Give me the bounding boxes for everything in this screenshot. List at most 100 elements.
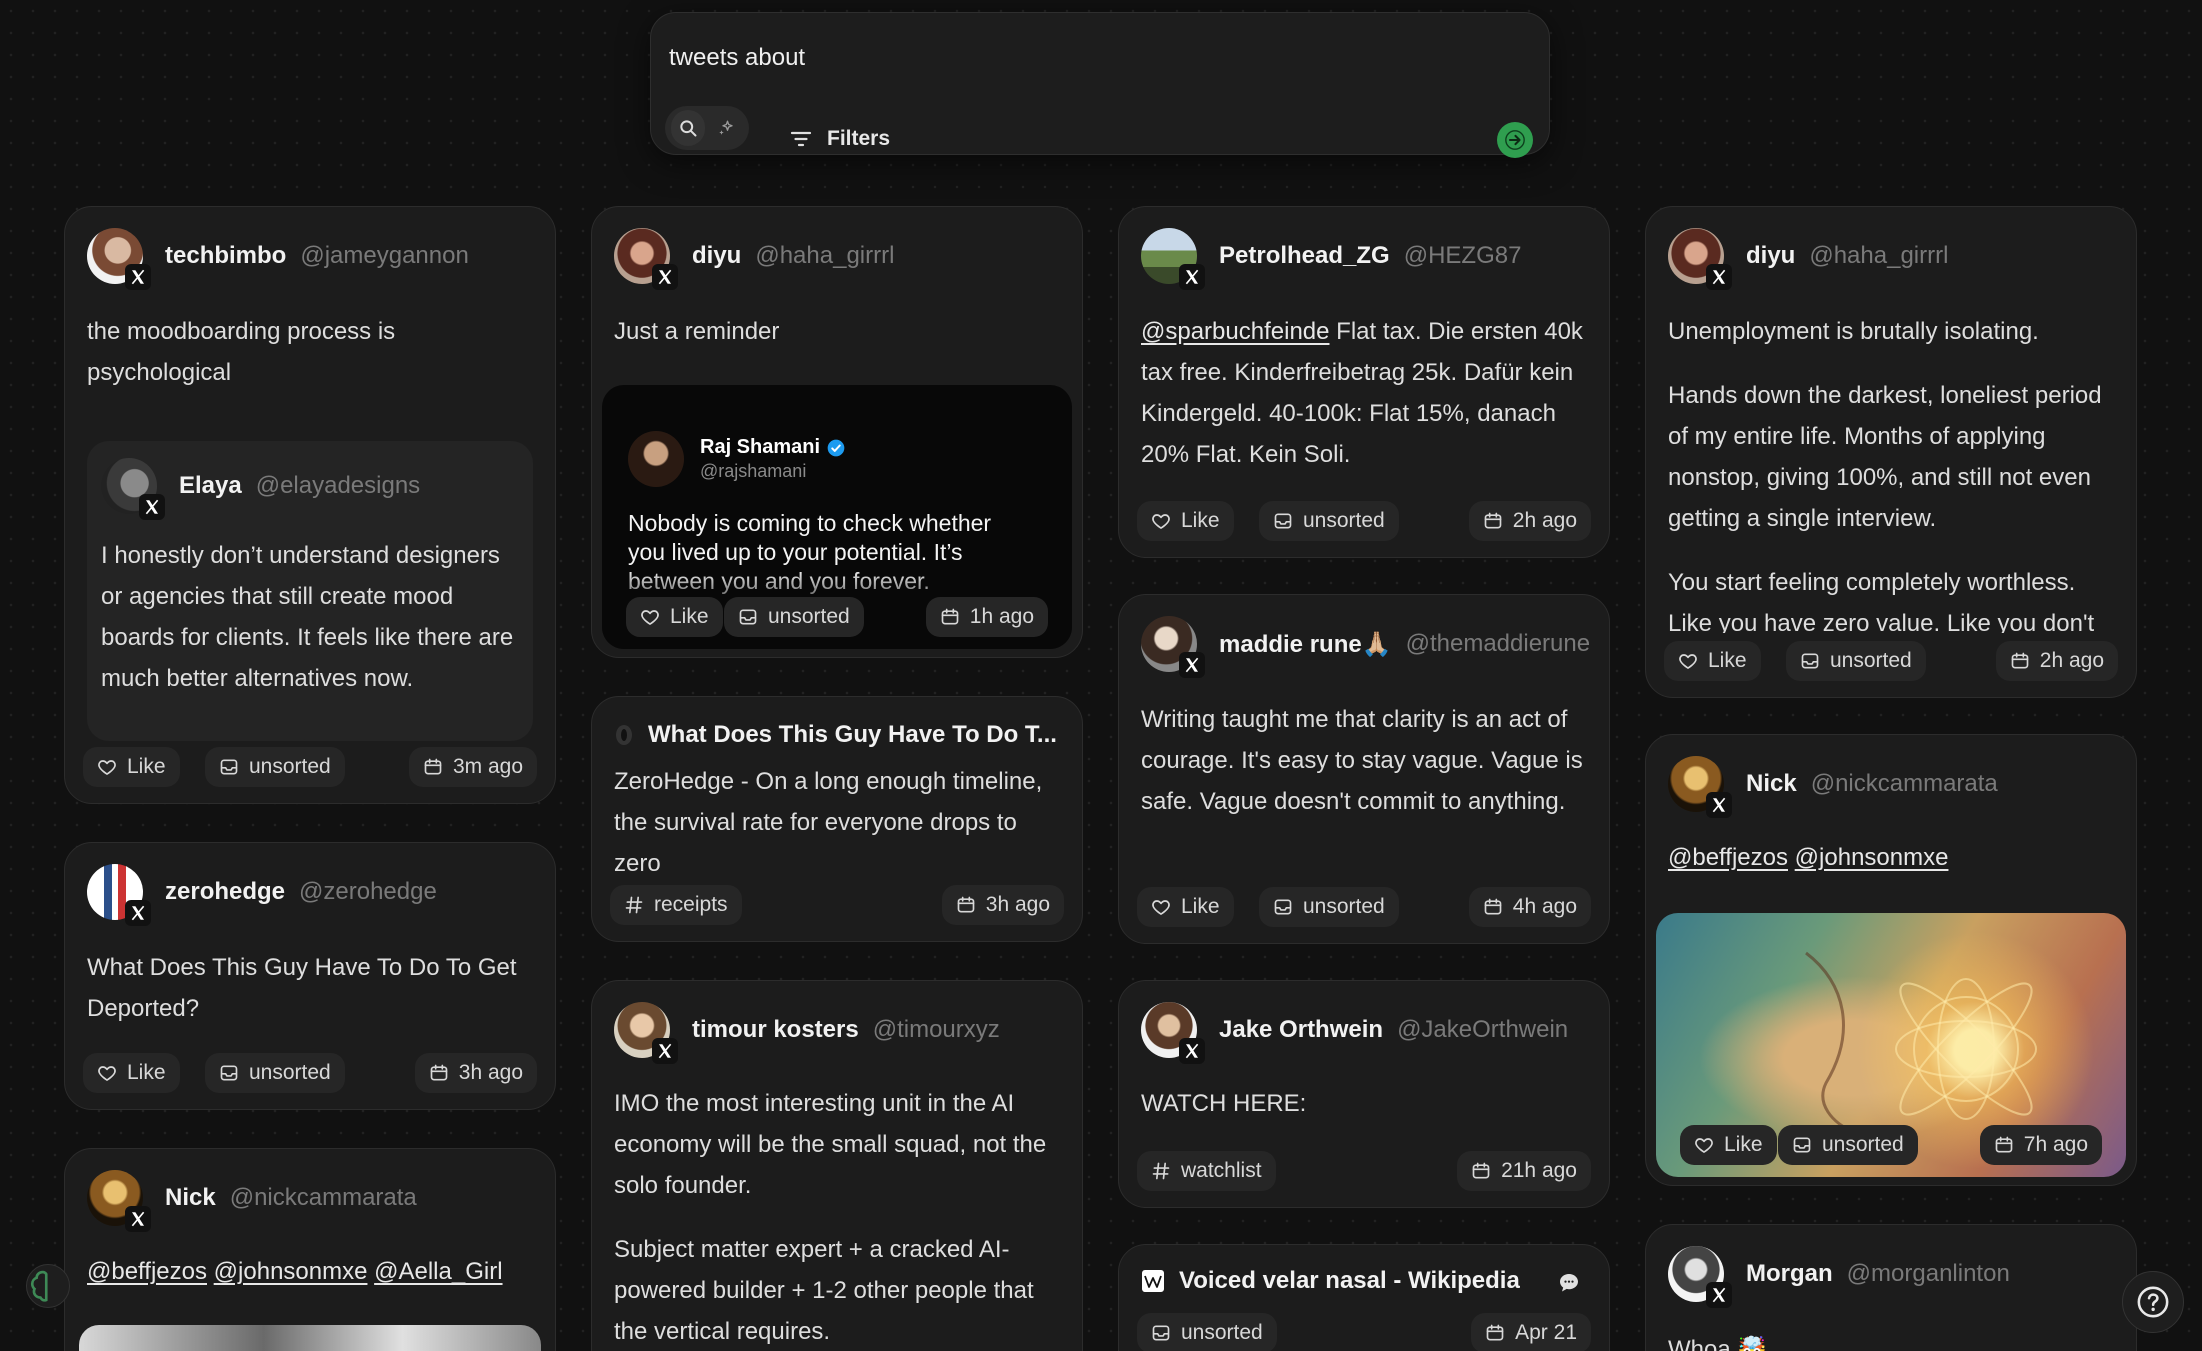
collection-button[interactable]: unsorted bbox=[205, 1053, 345, 1093]
search-panel: Filters bbox=[650, 12, 1550, 158]
inbox-icon bbox=[219, 1063, 239, 1083]
avatar bbox=[1141, 1002, 1205, 1064]
avatar bbox=[1668, 228, 1732, 290]
like-button[interactable]: Like bbox=[626, 597, 723, 637]
help-button[interactable] bbox=[2122, 1271, 2184, 1333]
mention-link[interactable]: @beffjezos bbox=[87, 1258, 207, 1285]
like-button[interactable]: Like bbox=[1137, 887, 1234, 927]
collection-button[interactable]: unsorted bbox=[724, 597, 864, 637]
tweet-card-maddie-rune[interactable]: maddie rune🙏🏼 @themaddierune Writing tau… bbox=[1118, 594, 1610, 944]
x-logo-icon bbox=[139, 494, 165, 520]
timestamp-badge: Apr 21 bbox=[1471, 1313, 1591, 1351]
heart-icon bbox=[97, 757, 117, 777]
mention-link[interactable]: @sparbuchfeinde bbox=[1141, 318, 1329, 345]
filters-label: Filters bbox=[827, 127, 891, 150]
calendar-icon bbox=[1471, 1161, 1491, 1181]
like-button[interactable]: Like bbox=[83, 747, 180, 787]
tag-badge-receipts[interactable]: receipts bbox=[610, 885, 742, 925]
timestamp-badge: 2h ago bbox=[1468, 501, 1591, 541]
heart-icon bbox=[1678, 651, 1698, 671]
x-logo-icon bbox=[1179, 264, 1205, 290]
calendar-icon bbox=[423, 757, 443, 777]
tweet-card-timour-kosters[interactable]: timour kosters @timourxyz IMO the most i… bbox=[591, 980, 1083, 1351]
brain-logo-button[interactable] bbox=[26, 1264, 70, 1308]
mention-link[interactable]: @johnsonmxe bbox=[214, 1258, 368, 1285]
search-mode-toggle[interactable] bbox=[665, 106, 749, 150]
tweet-card-jake-orthwein[interactable]: Jake Orthwein @JakeOrthwein WATCH HERE: … bbox=[1118, 980, 1610, 1208]
collection-button[interactable]: unsorted bbox=[1259, 887, 1399, 927]
inbox-icon bbox=[738, 607, 758, 627]
collection-button[interactable]: unsorted bbox=[205, 747, 345, 787]
timestamp-badge: 21h ago bbox=[1457, 1151, 1591, 1191]
link-favicon-icon bbox=[616, 725, 632, 745]
quoted-tweet[interactable]: Elaya @elayadesigns I honestly don’t und… bbox=[87, 441, 533, 741]
tweet-card-zerohedge[interactable]: zerohedge @zerohedge What Does This Guy … bbox=[64, 842, 556, 1110]
tweet-text: Writing taught me that clarity is an act… bbox=[1141, 706, 1583, 815]
like-button[interactable]: Like bbox=[1680, 1125, 1777, 1165]
heart-icon bbox=[1151, 897, 1171, 917]
hash-icon bbox=[624, 895, 644, 915]
tweet-text: What Does This Guy Have To Do To Get Dep… bbox=[87, 954, 517, 1022]
question-mark-icon bbox=[2137, 1286, 2169, 1318]
tweet-card-nick-2[interactable]: Nick @nickcammarata @beffjezos @johnsonm… bbox=[1645, 734, 2137, 1186]
timestamp-badge: 2h ago bbox=[1995, 641, 2118, 681]
author-name: diyu bbox=[692, 242, 742, 269]
like-button[interactable]: Like bbox=[1137, 501, 1234, 541]
x-logo-icon bbox=[1706, 792, 1732, 818]
mention-link[interactable]: @beffjezos bbox=[1668, 844, 1788, 871]
tweet-card-nick[interactable]: Nick @nickcammarata @beffjezos @johnsonm… bbox=[64, 1148, 556, 1351]
x-logo-icon bbox=[1179, 1038, 1205, 1064]
like-button[interactable]: Like bbox=[83, 1053, 180, 1093]
filters-button[interactable]: Filters bbox=[779, 117, 900, 161]
quoted-tweet-text: I honestly don’t understand designers or… bbox=[101, 542, 514, 692]
author-handle: @zerohedge bbox=[299, 878, 437, 905]
tweet-image[interactable] bbox=[79, 1325, 541, 1351]
link-card-wikipedia[interactable]: Voiced velar nasal - Wikipedia unsorted … bbox=[1118, 1244, 1610, 1351]
mention-link[interactable]: @Aella_Girl bbox=[374, 1258, 502, 1285]
author-handle: @HEZG87 bbox=[1403, 242, 1522, 269]
ai-search-mode-button[interactable] bbox=[709, 110, 743, 146]
link-card-zerohedge[interactable]: What Does This Guy Have To Do T... ZeroH… bbox=[591, 696, 1083, 942]
avatar bbox=[1668, 756, 1732, 818]
tweet-card-diyu-2[interactable]: diyu @haha_girrrl Unemployment is brutal… bbox=[1645, 206, 2137, 698]
like-button[interactable]: Like bbox=[1664, 641, 1761, 681]
mention-link[interactable]: @johnsonmxe bbox=[1795, 844, 1949, 871]
embedded-author-name: Raj Shamani bbox=[700, 436, 821, 458]
tweet-text: Just a reminder bbox=[614, 318, 780, 345]
tag-badge-watchlist[interactable]: watchlist bbox=[1137, 1151, 1276, 1191]
link-description: ZeroHedge - On a long enough timeline, t… bbox=[614, 768, 1043, 877]
tweet-card-morgan[interactable]: Morgan @morganlinton Whoa 🤯 bbox=[1645, 1224, 2137, 1351]
inbox-icon bbox=[1792, 1135, 1812, 1155]
filter-lines-icon bbox=[790, 131, 812, 147]
tweet-card-techbimbo[interactable]: techbimbo @jameygannon the moodboarding … bbox=[64, 206, 556, 804]
collection-button[interactable]: unsorted bbox=[1137, 1313, 1277, 1351]
link-title: Voiced velar nasal - Wikipedia bbox=[1179, 1267, 1520, 1294]
tweet-card-diyu[interactable]: diyu @haha_girrrl Just a reminder Raj Sh… bbox=[591, 206, 1083, 658]
timestamp-badge: 4h ago bbox=[1468, 887, 1591, 927]
calendar-icon bbox=[1994, 1135, 2014, 1155]
search-input[interactable] bbox=[669, 35, 1509, 81]
hash-icon bbox=[1151, 1161, 1171, 1181]
keyword-search-mode-button[interactable] bbox=[671, 110, 705, 146]
author-name: Nick bbox=[165, 1184, 216, 1211]
inbox-icon bbox=[219, 757, 239, 777]
tweet-card-petrolhead[interactable]: Petrolhead_ZG @HEZG87 @sparbuchfeinde Fl… bbox=[1118, 206, 1610, 558]
sparkle-icon bbox=[719, 120, 733, 135]
collection-button[interactable]: unsorted bbox=[1259, 501, 1399, 541]
quoted-author-name: Elaya bbox=[179, 472, 242, 499]
avatar bbox=[1141, 228, 1205, 290]
timestamp-badge: 7h ago bbox=[1979, 1125, 2102, 1165]
wikipedia-logo-icon bbox=[1142, 1270, 1164, 1292]
x-logo-icon bbox=[1706, 264, 1732, 290]
heart-icon bbox=[640, 607, 660, 627]
timestamp-badge: 3m ago bbox=[408, 747, 537, 787]
author-handle: @jameygannon bbox=[300, 242, 469, 269]
submit-search-button[interactable] bbox=[1497, 122, 1533, 158]
collection-button[interactable]: unsorted bbox=[1778, 1125, 1918, 1165]
timestamp-badge: 3h ago bbox=[414, 1053, 537, 1093]
collection-button[interactable]: unsorted bbox=[1786, 641, 1926, 681]
author-handle: @timourxyz bbox=[872, 1016, 1000, 1043]
timestamp-badge: 3h ago bbox=[941, 885, 1064, 925]
quoted-author-handle: @elayadesigns bbox=[255, 472, 421, 499]
author-name: timour kosters bbox=[692, 1016, 859, 1043]
